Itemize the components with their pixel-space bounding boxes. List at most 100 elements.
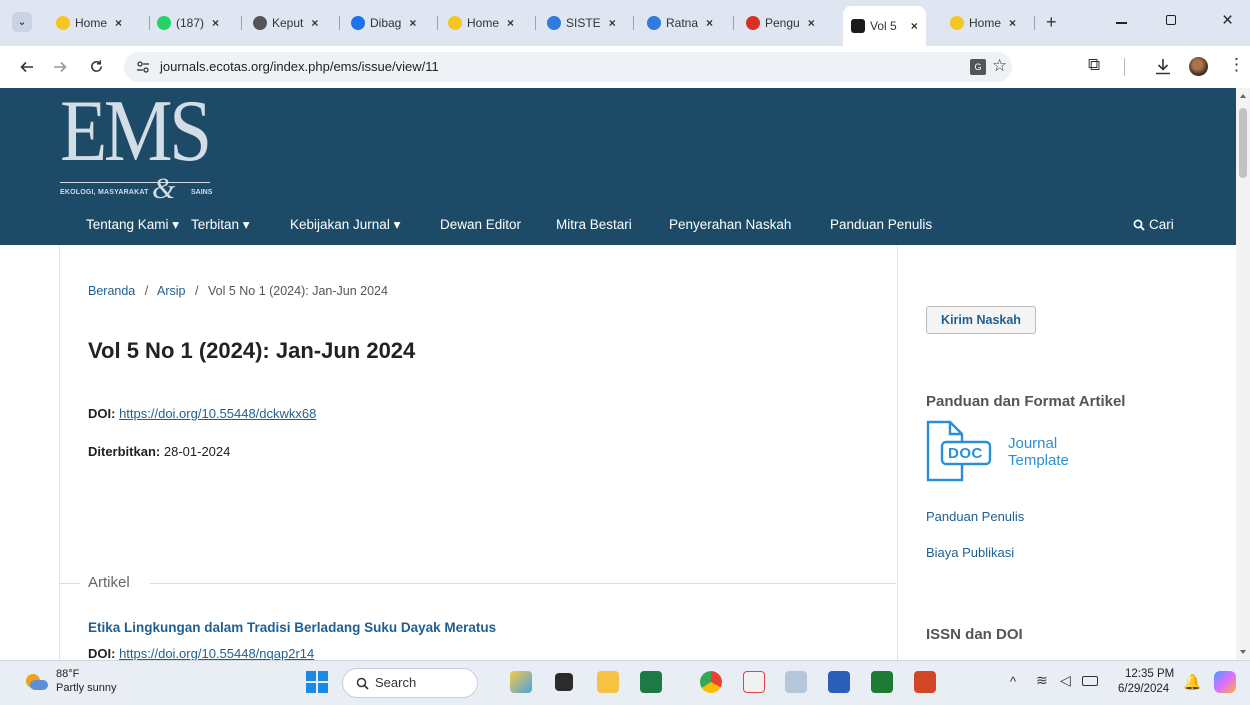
site-logo[interactable]: EMS EKOLOGI, MASYARAKAT & SAINS	[60, 88, 220, 205]
breadcrumb: Beranda / Arsip / Vol 5 No 1 (2024): Jan…	[88, 284, 388, 298]
weather-widget[interactable]: 88°F Partly sunny	[24, 666, 134, 700]
logo-subtitle-right: SAINS	[191, 189, 213, 196]
taskbar-app-people-icon[interactable]	[510, 671, 532, 693]
url-text[interactable]: journals.ecotas.org/index.php/ems/issue/…	[160, 59, 439, 74]
nav-panduan-penulis[interactable]: Panduan Penulis	[830, 217, 932, 232]
close-tab-icon[interactable]: ×	[609, 16, 616, 30]
browser-tab-active[interactable]: Vol 5 ×	[843, 6, 926, 46]
new-tab-button[interactable]: +	[1046, 12, 1057, 33]
clock-time[interactable]: 12:35 PM	[1125, 668, 1174, 680]
taskbar-app-powerpoint-icon[interactable]	[914, 671, 936, 693]
close-tab-icon[interactable]: ×	[311, 16, 318, 30]
favicon-icon	[746, 16, 760, 30]
favicon-icon	[647, 16, 661, 30]
browser-tab[interactable]: (187) ×	[157, 8, 219, 38]
browser-tab[interactable]: Ratna ×	[647, 8, 713, 38]
browser-tab[interactable]: SISTE ×	[547, 8, 616, 38]
tab-title: Ratna	[666, 16, 699, 30]
restore-window-icon[interactable]	[1166, 15, 1176, 25]
close-tab-icon[interactable]: ×	[808, 16, 815, 30]
breadcrumb-archive-link[interactable]: Arsip	[157, 284, 185, 298]
close-tab-icon[interactable]: ×	[212, 16, 219, 30]
battery-icon[interactable]	[1082, 676, 1098, 686]
volume-icon[interactable]: ◁	[1060, 672, 1071, 689]
taskbar-app-xbox-icon[interactable]	[871, 671, 893, 693]
browser-tab[interactable]: Home ×	[950, 8, 1016, 38]
tab-title: Home	[75, 16, 108, 30]
translate-icon[interactable]: G	[970, 59, 986, 75]
minimize-window-icon[interactable]	[1116, 22, 1127, 24]
nav-terbitan[interactable]: Terbitan ▾	[191, 217, 250, 233]
doi-link[interactable]: https://doi.org/10.55448/dckwkx68	[119, 406, 316, 421]
taskbar-app-excel-icon[interactable]	[640, 671, 662, 693]
kirim-naskah-button[interactable]: Kirim Naskah	[926, 306, 1036, 334]
taskbar-app-chrome-icon[interactable]	[700, 671, 722, 693]
section-divider-right	[150, 583, 896, 584]
tab-search-button[interactable]: ⌄	[12, 12, 32, 32]
scrollbar-thumb[interactable]	[1239, 108, 1247, 178]
scroll-down-arrow-icon[interactable]	[1240, 650, 1246, 654]
nav-penyerahan-naskah[interactable]: Penyerahan Naskah	[669, 217, 791, 232]
close-tab-icon[interactable]: ×	[911, 19, 918, 33]
article-doi: DOI: https://doi.org/10.55448/nqap2r14	[88, 646, 314, 661]
favicon-icon	[448, 16, 462, 30]
nav-dewan-editor[interactable]: Dewan Editor	[440, 217, 521, 232]
site-search-button[interactable]: Cari	[1133, 217, 1174, 232]
page-scrollbar[interactable]	[1236, 88, 1250, 660]
browser-tab[interactable]: Keput ×	[253, 8, 318, 38]
close-tab-icon[interactable]: ×	[706, 16, 713, 30]
article-title-link[interactable]: Etika Lingkungan dalam Tradisi Berladang…	[88, 620, 496, 635]
breadcrumb-home-link[interactable]: Beranda	[88, 284, 135, 298]
reload-icon[interactable]	[89, 59, 104, 74]
close-tab-icon[interactable]: ×	[507, 16, 514, 30]
browser-tab[interactable]: Home ×	[448, 8, 514, 38]
taskbar-app-camera-icon[interactable]	[785, 671, 807, 693]
sidebar-link-panduan-penulis[interactable]: Panduan Penulis	[926, 509, 1024, 524]
sidebar-link-biaya-publikasi[interactable]: Biaya Publikasi	[926, 545, 1014, 560]
profile-avatar[interactable]	[1189, 57, 1208, 76]
bookmark-star-icon[interactable]: ☆	[992, 56, 1007, 76]
sidebar-guide-heading: Panduan dan Format Artikel	[926, 393, 1126, 410]
weather-icon	[24, 674, 48, 690]
system-tray-chevron-icon[interactable]: ^	[1010, 674, 1016, 689]
taskbar-search-box[interactable]: Search	[342, 668, 478, 698]
forward-arrow-icon[interactable]	[53, 60, 67, 74]
close-tab-icon[interactable]: ×	[115, 16, 122, 30]
template-line2: Template	[1008, 452, 1069, 469]
browser-tab[interactable]: Pengu ×	[746, 8, 815, 38]
browser-tab[interactable]: Home ×	[56, 8, 122, 38]
extensions-icon[interactable]: ⧉	[1088, 55, 1100, 75]
nav-kebijakan-jurnal[interactable]: Kebijakan Jurnal ▾	[290, 217, 400, 233]
address-bar[interactable]: journals.ecotas.org/index.php/ems/issue/…	[124, 52, 1012, 82]
taskbar-app-task-view-icon[interactable]	[555, 673, 573, 691]
doc-icon-text: DOC	[948, 445, 983, 462]
article-doi-link[interactable]: https://doi.org/10.55448/nqap2r14	[119, 646, 314, 661]
start-button[interactable]	[306, 671, 328, 693]
close-window-icon[interactable]: ×	[1222, 10, 1233, 32]
tab-title: SISTE	[566, 16, 601, 30]
close-tab-icon[interactable]: ×	[409, 16, 416, 30]
clock-date[interactable]: 6/29/2024	[1118, 683, 1169, 695]
published-label: Diterbitkan:	[88, 444, 161, 459]
taskbar-app-snipping-icon[interactable]	[743, 671, 765, 693]
taskbar-app-file-explorer-icon[interactable]	[597, 671, 619, 693]
tab-title: Home	[969, 16, 1002, 30]
notification-bell-icon[interactable]: 🔔	[1183, 673, 1202, 691]
wifi-icon[interactable]: ≋	[1036, 672, 1048, 689]
search-label: Cari	[1149, 217, 1174, 232]
favicon-icon	[351, 16, 365, 30]
journal-template-link[interactable]: DOC Journal Template	[924, 420, 1084, 484]
download-icon[interactable]	[1155, 58, 1171, 75]
taskbar-app-word-icon[interactable]	[828, 671, 850, 693]
copilot-icon[interactable]	[1214, 671, 1236, 693]
nav-mitra-bestari[interactable]: Mitra Bestari	[556, 217, 632, 232]
nav-tentang-kami[interactable]: Tentang Kami ▾	[86, 217, 179, 233]
back-arrow-icon[interactable]	[20, 60, 34, 74]
browser-tab[interactable]: Dibag ×	[351, 8, 416, 38]
browser-menu-icon[interactable]: ⋮	[1228, 55, 1245, 75]
close-tab-icon[interactable]: ×	[1009, 16, 1016, 30]
favicon-icon	[253, 16, 267, 30]
site-info-icon[interactable]	[136, 60, 150, 74]
breadcrumb-separator: /	[144, 284, 149, 298]
scroll-up-arrow-icon[interactable]	[1240, 94, 1246, 98]
